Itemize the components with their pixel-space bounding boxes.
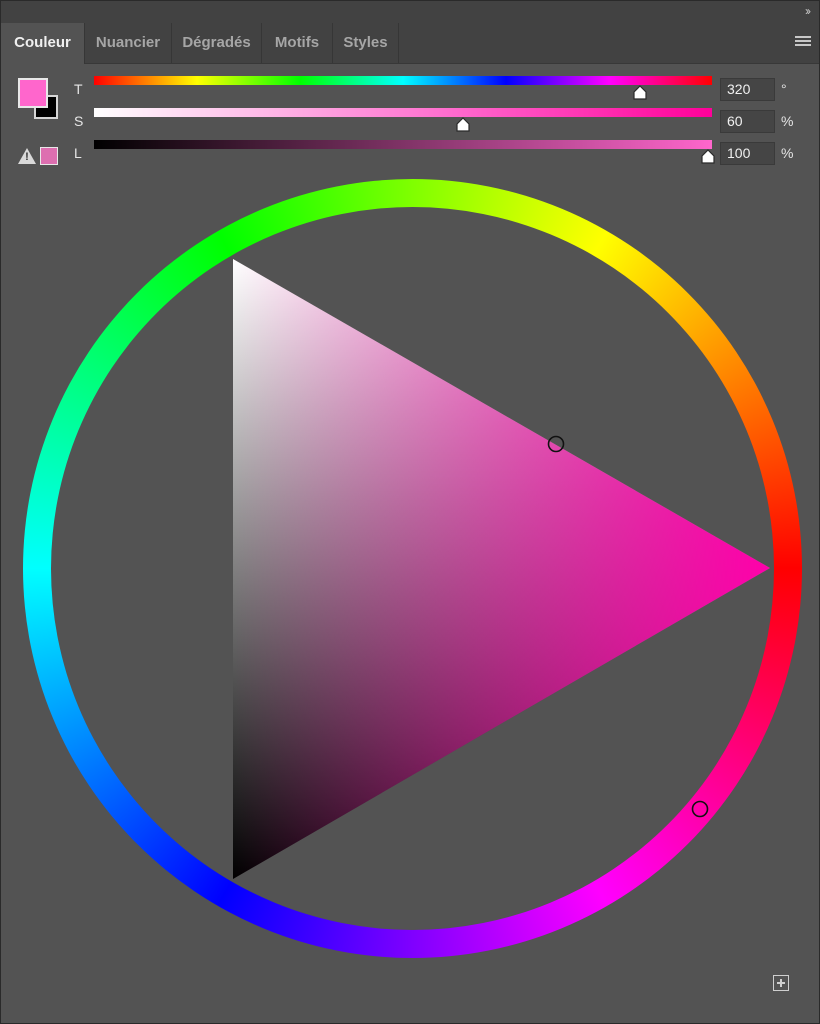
add-swatch-icon[interactable] [773,975,789,991]
gamut-correction-swatch[interactable] [40,147,58,165]
hue-ring-marker[interactable] [691,800,709,818]
tab-couleur[interactable]: Couleur [1,23,85,64]
tab-motifs[interactable]: Motifs [262,23,333,63]
double-chevron-right-icon[interactable]: ›› [805,4,811,18]
saturation-label: S [74,113,84,129]
tab-bar: Couleur Nuancier Dégradés Motifs Styles [1,23,819,64]
color-panel: ›› Couleur Nuancier Dégradés Motifs Styl… [0,0,820,1024]
lightness-slider-thumb[interactable] [700,149,716,165]
hue-value-field[interactable]: 320 [720,78,775,101]
hue-unit: ° [781,81,787,97]
tab-nuancier[interactable]: Nuancier [85,23,172,63]
saturation-slider-thumb[interactable] [455,117,471,133]
hamburger-menu-icon[interactable] [795,36,811,50]
lightness-value-field[interactable]: 100 [720,142,775,165]
tab-styles[interactable]: Styles [333,23,399,63]
saturation-value-field[interactable]: 60 [720,110,775,133]
warning-exclamation-icon: ! [25,151,29,163]
saturation-lightness-triangle[interactable] [23,179,802,958]
hue-slider-thumb[interactable] [632,85,648,101]
tab-degrades[interactable]: Dégradés [172,23,262,63]
saturation-unit: % [781,113,794,129]
panel-header-bar: ›› [1,1,819,24]
hue-slider-track[interactable] [94,76,712,85]
foreground-color-swatch[interactable] [18,78,48,108]
lightness-label: L [74,145,82,161]
lightness-unit: % [781,145,794,161]
lightness-slider-track[interactable] [94,140,712,149]
saturation-slider-track[interactable] [94,108,712,117]
hue-label: T [74,81,83,97]
color-wheel[interactable] [23,179,802,958]
